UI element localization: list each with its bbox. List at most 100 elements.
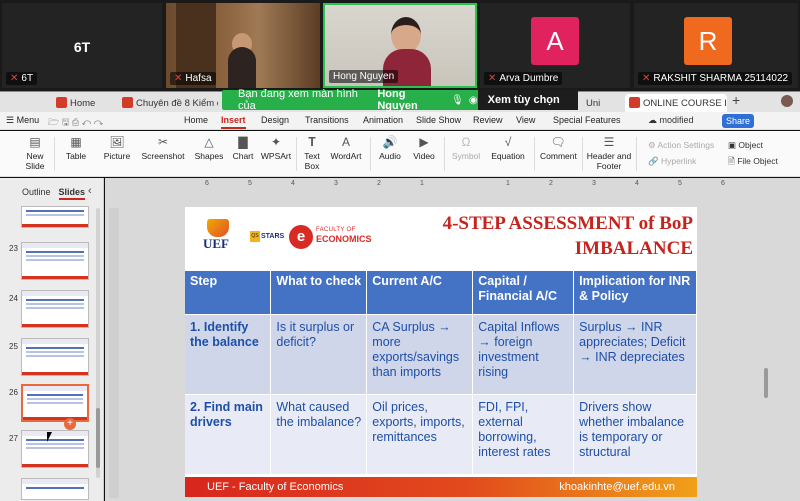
wpsart-icon: ✦	[270, 135, 282, 149]
tab-label: Home	[70, 98, 96, 109]
video-button[interactable]: ▶ Video	[408, 135, 440, 161]
assessment-table: Step What to check Current A/C Capital /…	[185, 271, 697, 474]
button-label: Chart	[232, 151, 254, 161]
column-header: Capital / Financial A/C	[472, 271, 575, 314]
mic-muted-icon: ✕	[10, 73, 19, 84]
video-icon: ▶	[419, 135, 429, 149]
uef-logo: UEF	[199, 219, 239, 255]
screen-share-banner: Bạn đang xem màn hình của Hong Nguyen 🎙 …	[222, 88, 578, 126]
video-person-head	[391, 17, 421, 53]
button-label: Picture	[103, 151, 131, 161]
symbol-button[interactable]: Ω Symbol	[448, 135, 484, 161]
thumbnail-scrollbar[interactable]	[96, 208, 100, 478]
audio-icon: 🔊	[382, 135, 398, 149]
new-tab-icon[interactable]: +	[732, 92, 740, 108]
object-button[interactable]: ▣ Object	[728, 140, 763, 151]
shapes-button[interactable]: △ Shapes	[190, 135, 228, 161]
table-cell: What caused the imbalance?	[270, 393, 368, 474]
view-options-label: Xem tùy chọn	[487, 94, 560, 106]
participant-tile-hafsa[interactable]: ✕ Hafsa	[166, 3, 320, 88]
tab-slide-show[interactable]: Slide Show	[416, 115, 461, 125]
avatar[interactable]	[781, 95, 793, 107]
share-message: Bạn đang xem màn hình của	[238, 88, 358, 112]
tab-insert[interactable]: Insert	[221, 115, 246, 129]
participant-tile-6t[interactable]: 6T ✕ 6T	[2, 3, 162, 88]
add-slide-icon[interactable]: +	[64, 418, 76, 430]
participant-tile-hong-nguyen[interactable]: Hong Nguyen	[323, 3, 477, 88]
file-icon	[122, 97, 133, 108]
button-label: Table	[65, 151, 87, 161]
tab-uni[interactable]: Uni	[582, 94, 622, 113]
equation-button[interactable]: √ Equation	[488, 135, 528, 161]
slide-footer: UEF - Faculty of Economics khoakinhte@ue…	[185, 477, 697, 497]
tab-review[interactable]: Review	[473, 115, 503, 125]
participant-tile-arva[interactable]: A ✕ Arva Dumbre	[480, 3, 630, 88]
wpsart-button[interactable]: ✦ WPSArt	[258, 135, 294, 161]
pane-tabs: Outline Slides	[22, 187, 93, 200]
view-options-button[interactable]: Xem tùy chọn ⌵	[477, 90, 578, 126]
ruler-mark: 6	[721, 180, 725, 187]
ruler-mark: 5	[678, 180, 682, 187]
text-box-button[interactable]: 𝐓 Text Box	[299, 135, 325, 171]
tab-animation[interactable]: Animation	[363, 115, 403, 125]
tab-transitions[interactable]: Transitions	[305, 115, 349, 125]
tab-document[interactable]: Chuyên đề 8 Kiểm c	[118, 94, 218, 113]
audio-button[interactable]: 🔊 Audio	[374, 135, 406, 161]
horizontal-ruler: 6 5 4 3 2 1 1 2 3 4 5 6	[185, 180, 725, 189]
tab-special-features[interactable]: Special Features	[553, 115, 621, 125]
participant-name-tag: ✕ RAKSHIT SHARMA 25114022	[638, 72, 793, 85]
participant-tile-rakshit[interactable]: R ✕ RAKSHIT SHARMA 25114022	[634, 3, 798, 88]
main-menu[interactable]: ☰ Menu	[6, 115, 39, 126]
economics-e-icon: e	[289, 225, 313, 249]
equation-icon: √	[504, 135, 512, 149]
quick-access-icons[interactable]: 🗁 🖫 ⎙ ↶ ↷	[48, 115, 103, 131]
logo-line-2: ECONOMICS	[316, 234, 372, 244]
new-slide-button[interactable]: ▤ New Slide	[22, 135, 48, 171]
comment-button[interactable]: 🗨 Comment	[540, 135, 577, 161]
avatar: R	[684, 17, 732, 65]
slide-number: 26	[9, 388, 18, 397]
tab-home[interactable]: Home	[52, 94, 114, 113]
file-object-button[interactable]: 🗎 File Object	[728, 156, 778, 170]
canvas-scrollbar[interactable]	[764, 368, 768, 398]
chart-button[interactable]: ▇ Chart	[228, 135, 258, 161]
mic-icon: 🎙	[451, 94, 464, 106]
hyperlink-button[interactable]: 🔗 Hyperlink	[648, 156, 696, 167]
slide-thumbnail[interactable]	[21, 242, 89, 280]
button-label: Text Box	[304, 151, 320, 171]
ruler-mark: 3	[592, 180, 596, 187]
tab-outline[interactable]: Outline	[22, 187, 51, 197]
wordart-button[interactable]: A WordArt	[326, 135, 366, 161]
share-button[interactable]: Share	[722, 114, 754, 128]
participant-name: 6T	[21, 73, 34, 84]
tab-online-course[interactable]: ONLINE COURSE IN✕	[625, 94, 727, 113]
header-footer-button[interactable]: ☰ Header and Footer	[586, 135, 632, 171]
slide-thumbnail[interactable]	[21, 430, 89, 468]
tab-home[interactable]: Home	[184, 115, 208, 125]
tab-design[interactable]: Design	[261, 115, 289, 125]
slide-content[interactable]: UEF QS STARS e FACULTY OF ECONOMICS 4-ST…	[185, 207, 697, 497]
slide-thumbnail[interactable]	[21, 338, 89, 376]
shapes-icon: △	[204, 135, 214, 149]
table-cell: Surplus → INR appreciates; Deficit → INR…	[573, 313, 697, 394]
participant-name-tag: ✕ Arva Dumbre	[484, 72, 563, 85]
action-settings-button[interactable]: ⚙ Action Settings	[648, 140, 714, 151]
chevron-left-icon[interactable]: ‹	[88, 185, 92, 197]
slide-title: 4-STEP ASSESSMENT of BoP IMBALANCE	[442, 213, 693, 259]
screenshot-button[interactable]: ✂ Screenshot	[137, 135, 189, 161]
tab-slides[interactable]: Slides	[58, 187, 86, 200]
slide-thumbnail[interactable]	[21, 206, 89, 228]
picture-button[interactable]: 🖼 Picture	[98, 135, 136, 161]
ruler-mark: 2	[549, 180, 553, 187]
mic-muted-icon: ✕	[642, 73, 651, 84]
slide-thumbnail[interactable]	[21, 290, 89, 328]
slide-thumbnail[interactable]	[21, 478, 89, 500]
vertical-ruler	[109, 208, 119, 498]
menu-label: Menu	[16, 115, 40, 125]
tab-view[interactable]: View	[516, 115, 535, 125]
button-label: Audio	[379, 151, 401, 161]
chart-icon: ▇	[238, 135, 248, 149]
slide-thumbnail-selected[interactable]	[21, 384, 89, 422]
table-button[interactable]: ▦ Table	[58, 135, 94, 161]
cloud-icon: ☁	[648, 115, 657, 125]
